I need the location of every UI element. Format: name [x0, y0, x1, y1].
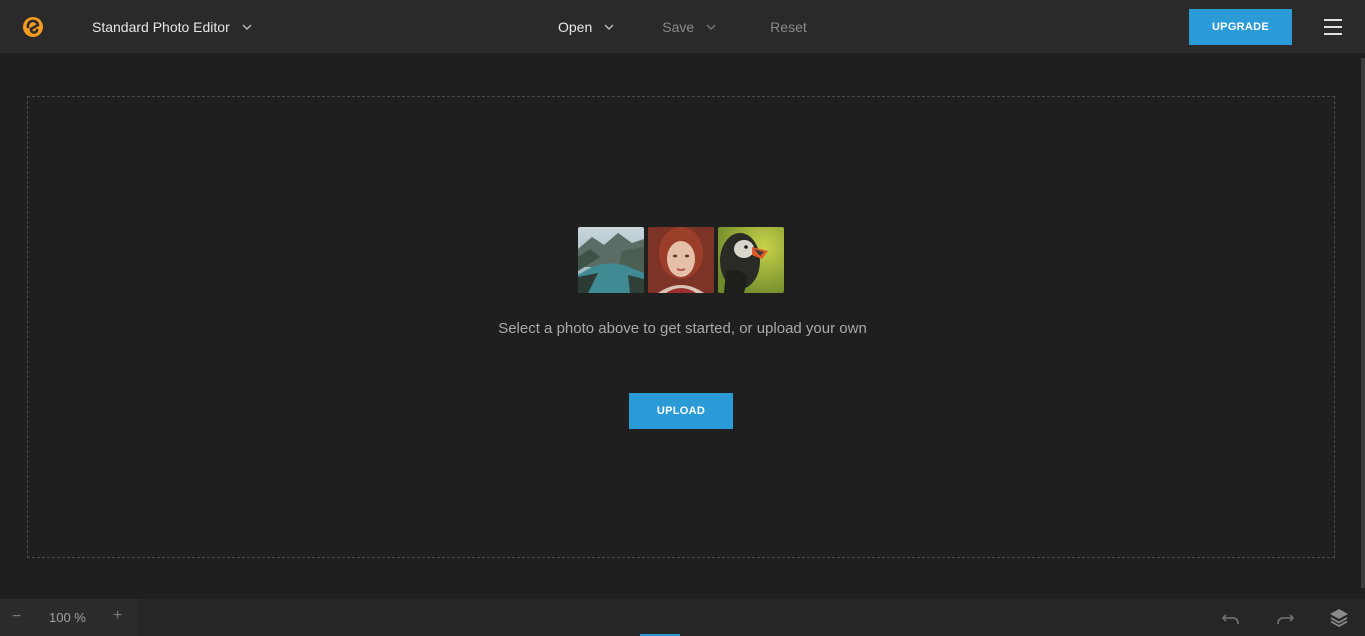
workspace: Select a photo above to get started, or … [0, 54, 1365, 599]
zoom-out-button[interactable]: − [12, 608, 21, 626]
app-switcher[interactable]: Standard Photo Editor [92, 0, 254, 54]
chevron-down-icon [706, 24, 716, 30]
sample-photos [578, 227, 784, 293]
upgrade-button[interactable]: UPGRADE [1189, 9, 1292, 45]
reset-button[interactable]: Reset [770, 19, 807, 35]
save-menu[interactable]: Save [662, 19, 718, 35]
chevron-down-icon [604, 24, 614, 30]
puffin-thumbnail [718, 227, 784, 293]
layers-icon[interactable] [1328, 606, 1350, 628]
bottom-bar: − 100 % + [0, 599, 1365, 636]
open-menu[interactable]: Open [558, 19, 616, 35]
portrait-thumbnail [648, 227, 714, 293]
zoom-control: − 100 % + [0, 599, 138, 636]
upload-button[interactable]: UPLOAD [629, 393, 733, 429]
zoom-level[interactable]: 100 % [49, 610, 86, 625]
open-label: Open [558, 19, 593, 35]
logo-icon[interactable] [22, 16, 44, 38]
sample-photo-lake[interactable] [578, 227, 644, 293]
sample-photo-puffin[interactable] [718, 227, 784, 293]
sample-photo-portrait[interactable] [648, 227, 714, 293]
file-menu: Open Save Reset [558, 0, 807, 54]
chevron-down-icon [242, 24, 252, 30]
hamburger-menu-icon[interactable] [1323, 17, 1343, 37]
zoom-in-button[interactable]: + [113, 607, 122, 625]
instruction-text: Select a photo above to get started, or … [498, 320, 867, 337]
undo-icon[interactable] [1220, 607, 1242, 629]
save-label: Save [662, 19, 695, 35]
redo-icon[interactable] [1274, 607, 1296, 629]
reset-label: Reset [770, 19, 807, 35]
lake-thumbnail [578, 227, 644, 293]
app-name-label: Standard Photo Editor [92, 19, 230, 35]
top-bar: Standard Photo Editor Open Save Reset UP… [0, 0, 1365, 54]
